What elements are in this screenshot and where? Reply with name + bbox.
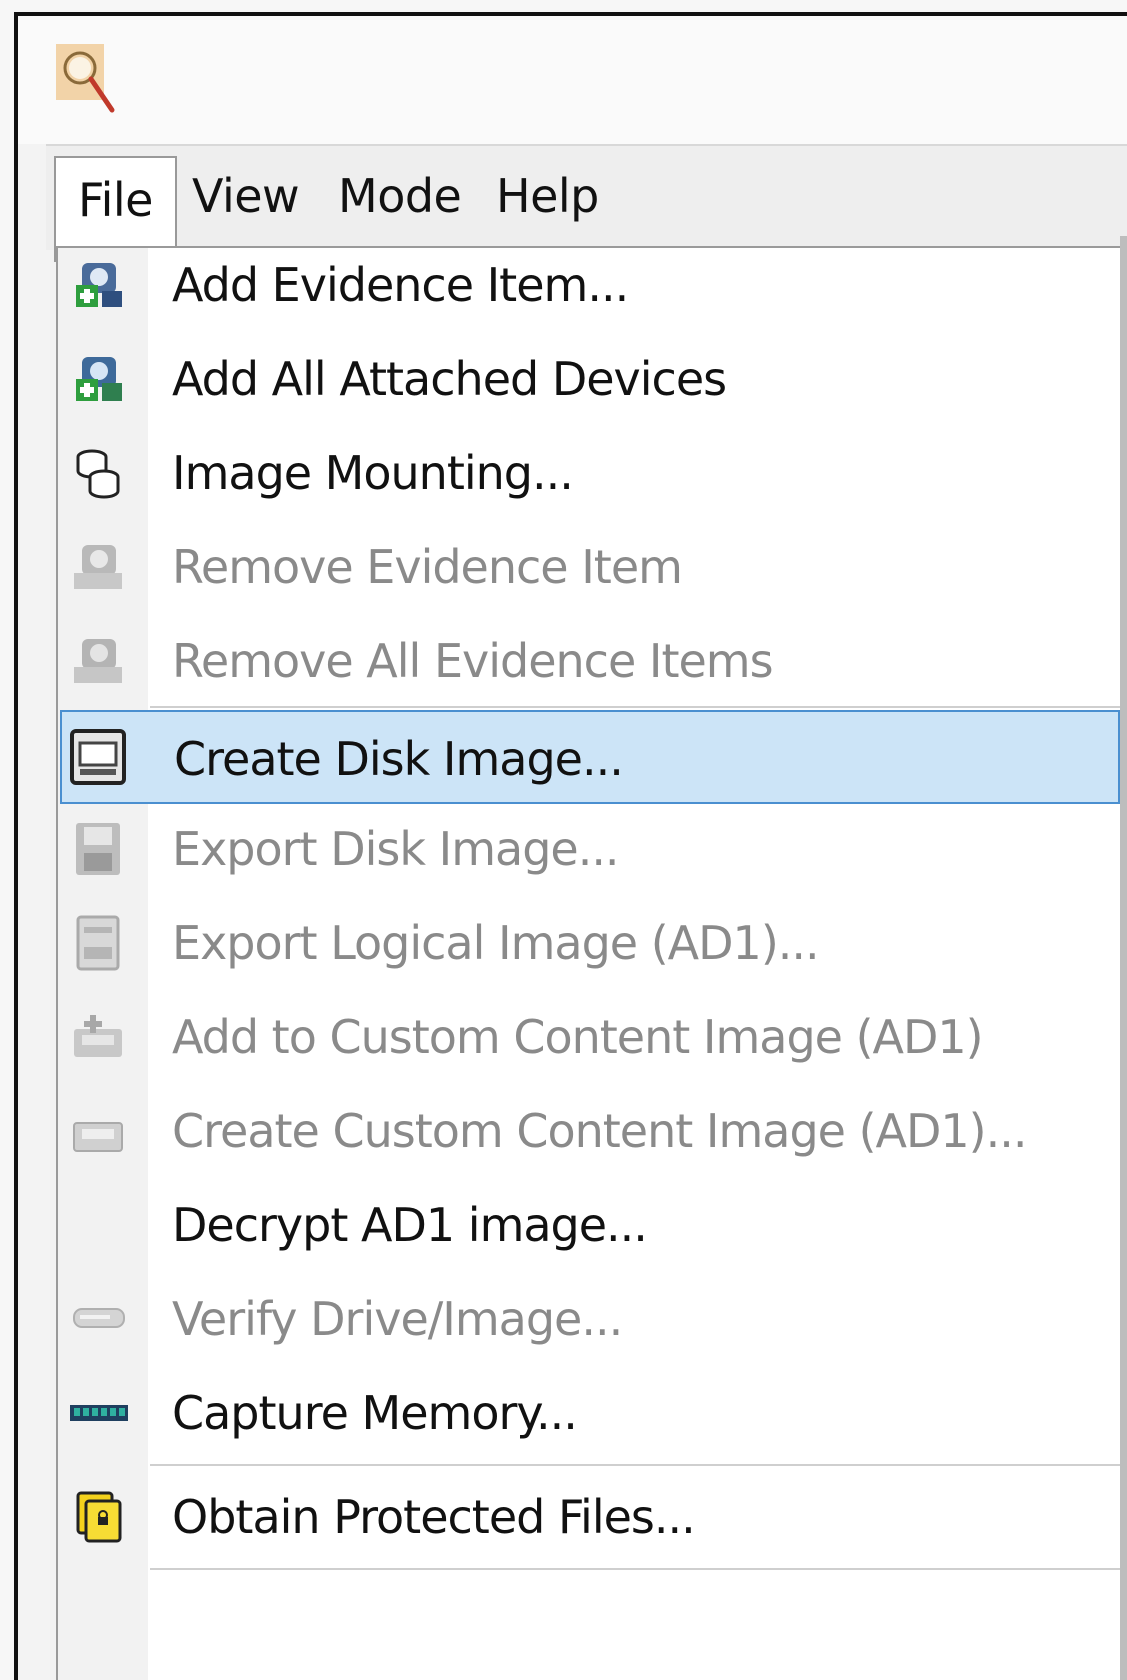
menu-item-label: Capture Memory... <box>172 1386 578 1440</box>
custom-content-icon <box>73 1122 123 1152</box>
title-bar <box>18 16 1127 144</box>
disk-drive-icon <box>70 729 126 785</box>
menu-item-add-evidence-item[interactable]: Add Evidence Item... <box>58 238 1122 332</box>
menu-item-image-mounting[interactable]: Image Mounting... <box>58 426 1122 520</box>
menu-item-label: Add to Custom Content Image (AD1) <box>172 1010 984 1064</box>
menu-item-label: Remove Evidence Item <box>172 540 683 594</box>
menu-item-label: Decrypt AD1 image... <box>172 1198 648 1252</box>
menu-item-label: Remove All Evidence Items <box>172 634 774 688</box>
remove-all-evidence-icon <box>74 639 122 683</box>
magnifier-icon <box>56 44 115 113</box>
add-devices-icon <box>76 357 122 401</box>
menu-separator <box>150 1568 1120 1570</box>
protected-files-icon <box>76 1491 122 1543</box>
menu-mode[interactable]: Mode <box>316 146 483 250</box>
remove-evidence-icon <box>74 545 122 589</box>
menu-item-decrypt-ad1-image[interactable]: Decrypt AD1 image... <box>58 1178 1122 1272</box>
menu-item-add-to-custom-content-image[interactable]: Add to Custom Content Image (AD1) <box>58 990 1122 1084</box>
menu-separator <box>150 706 1120 708</box>
menu-item-label: Export Disk Image... <box>172 822 620 876</box>
menu-bar: File View Mode Help <box>46 144 1127 262</box>
menu-item-label: Add Evidence Item... <box>172 258 629 312</box>
menu-item-create-custom-content-image[interactable]: Create Custom Content Image (AD1)... <box>58 1084 1122 1178</box>
menu-item-remove-evidence-item[interactable]: Remove Evidence Item <box>58 520 1122 614</box>
menu-help[interactable]: Help <box>474 146 621 250</box>
logical-image-icon <box>76 915 120 971</box>
menu-separator <box>150 1464 1120 1466</box>
menu-item-add-all-attached-devices[interactable]: Add All Attached Devices <box>58 332 1122 426</box>
memory-chip-icon <box>70 1405 128 1421</box>
menu-item-label: Export Logical Image (AD1)... <box>172 916 820 970</box>
menu-item-label: Create Disk Image... <box>174 732 624 786</box>
menu-item-label: Image Mounting... <box>172 446 574 500</box>
menu-item-label: Add All Attached Devices <box>172 352 727 406</box>
menu-item-export-disk-image[interactable]: Export Disk Image... <box>58 802 1122 896</box>
menu-item-remove-all-evidence-items[interactable]: Remove All Evidence Items <box>58 614 1122 708</box>
floppy-icon <box>76 823 120 875</box>
add-custom-content-icon <box>74 1015 122 1057</box>
menu-item-obtain-protected-files[interactable]: Obtain Protected Files... <box>58 1470 1122 1564</box>
menu-item-create-disk-image[interactable]: Create Disk Image... <box>60 710 1120 804</box>
database-icon <box>76 449 120 499</box>
menu-item-export-logical-image[interactable]: Export Logical Image (AD1)... <box>58 896 1122 990</box>
menu-item-verify-drive-image[interactable]: Verify Drive/Image... <box>58 1272 1122 1366</box>
menu-item-label: Verify Drive/Image... <box>172 1292 623 1346</box>
menu-item-label: Obtain Protected Files... <box>172 1490 696 1544</box>
menu-view[interactable]: View <box>170 146 321 250</box>
add-evidence-icon <box>76 263 122 307</box>
verify-drive-icon <box>73 1308 125 1328</box>
menu-item-capture-memory[interactable]: Capture Memory... <box>58 1366 1122 1460</box>
menu-item-label: Create Custom Content Image (AD1)... <box>172 1104 1027 1158</box>
